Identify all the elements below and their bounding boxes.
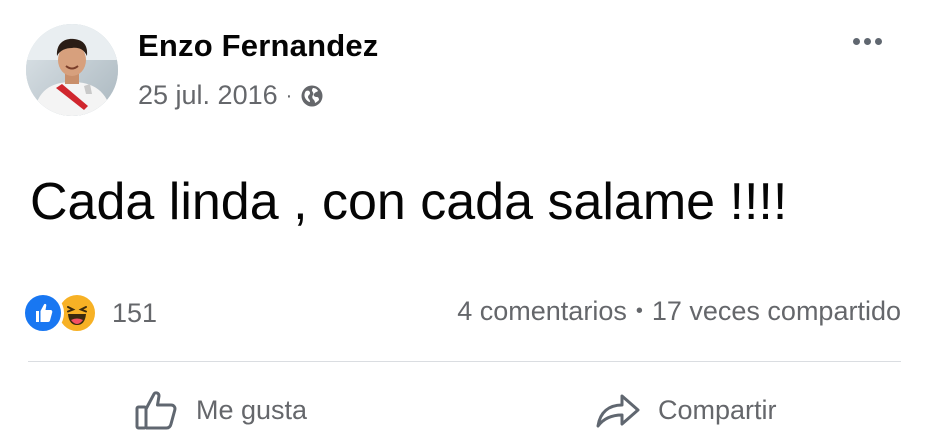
like-reaction-icon (22, 292, 64, 334)
globe-icon[interactable] (300, 84, 324, 108)
facebook-post: Enzo Fernandez 25 jul. 2016 · Cada linda… (0, 0, 929, 448)
shares-count-link[interactable]: 17 veces compartido (652, 296, 901, 327)
engagement-stats: 4 comentarios • 17 veces compartido (457, 296, 901, 327)
meta-separator: · (285, 84, 293, 107)
reaction-count: 151 (112, 297, 158, 328)
action-divider (28, 361, 901, 362)
post-meta: 25 jul. 2016 · (138, 80, 324, 111)
share-button-label: Compartir (658, 394, 777, 425)
ellipsis-icon-dot (874, 37, 882, 45)
comments-count-link[interactable]: 4 comentarios (457, 296, 627, 327)
share-button[interactable]: Compartir (594, 382, 777, 438)
like-button[interactable]: Me gusta (134, 382, 307, 438)
avatar[interactable] (26, 24, 118, 116)
post-date[interactable]: 25 jul. 2016 (138, 80, 278, 111)
thumbs-up-icon (135, 391, 177, 430)
reactions-summary[interactable]: 151 (22, 290, 157, 336)
ellipsis-icon-dot (863, 37, 871, 45)
author-name[interactable]: Enzo Fernandez (138, 28, 379, 64)
more-options-button[interactable] (842, 26, 892, 56)
stats-separator: • (635, 300, 643, 322)
share-arrow-icon (596, 394, 640, 428)
like-button-label: Me gusta (196, 394, 308, 425)
post-message: Cada linda , con cada salame !!!! (30, 173, 788, 231)
profile-photo (26, 24, 118, 116)
ellipsis-icon-dot (852, 37, 860, 45)
